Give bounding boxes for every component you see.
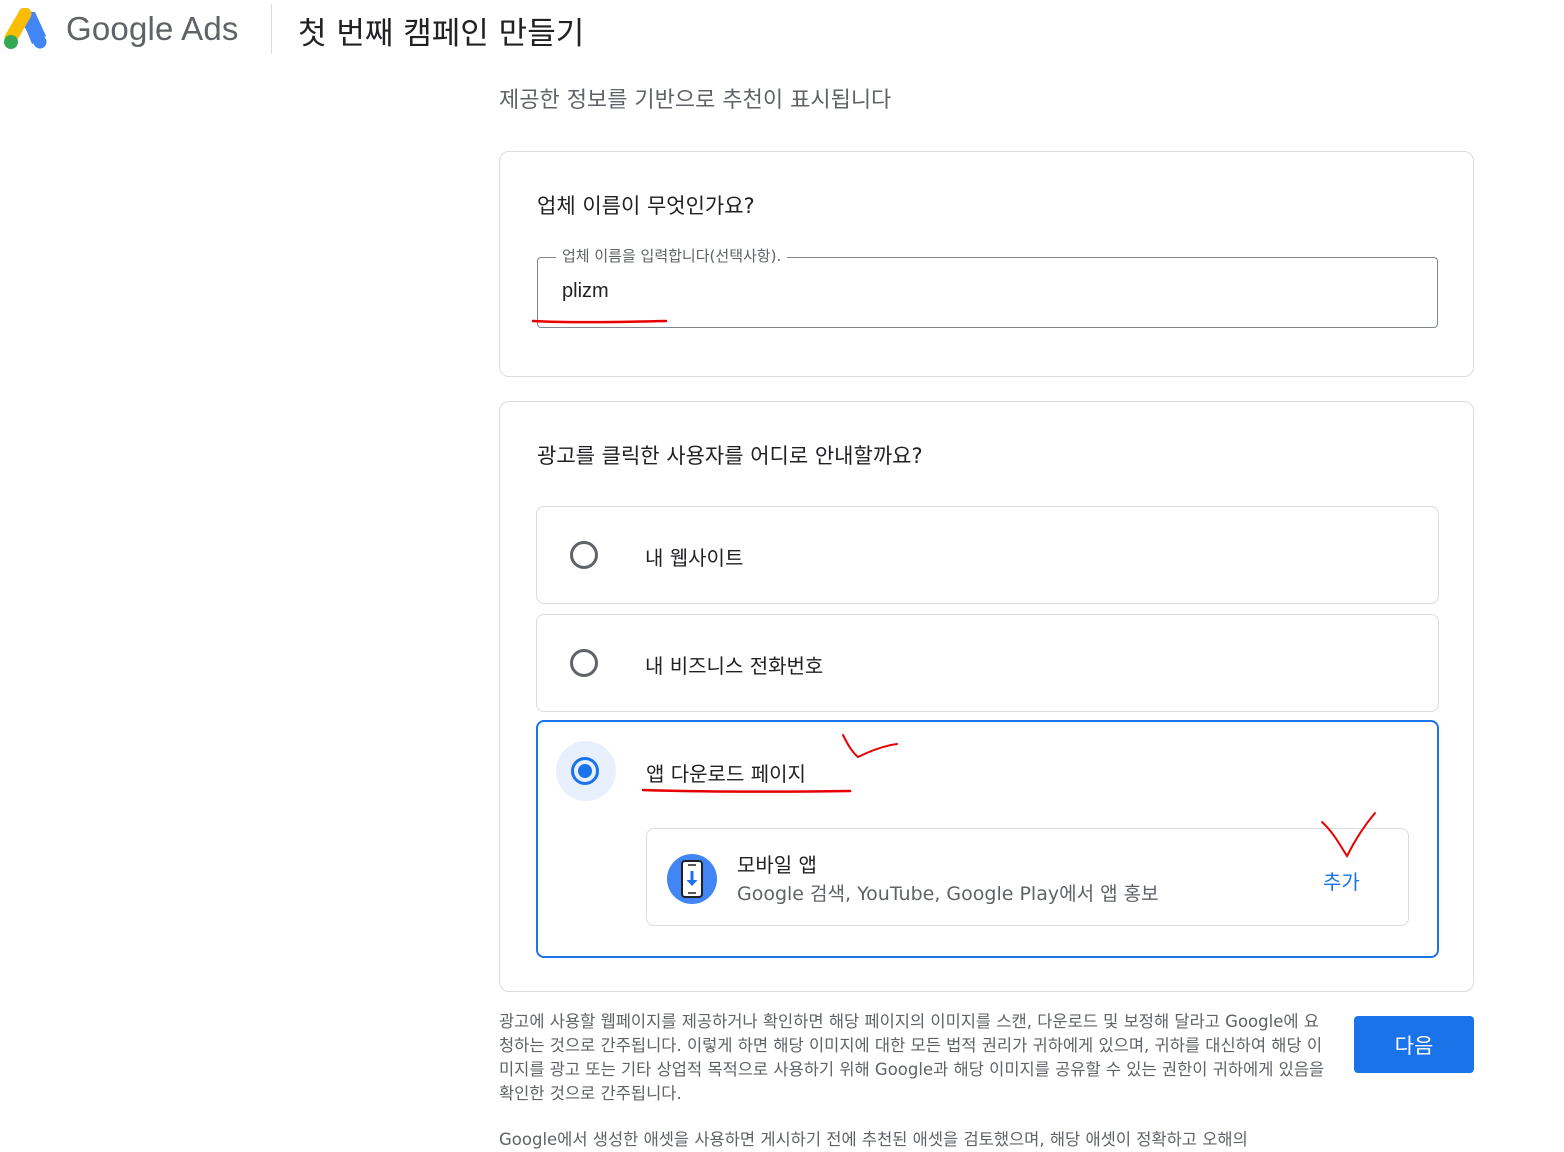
google-ads-logo[interactable] [2, 8, 48, 50]
mobile-app-description: Google 검색, YouTube, Google Play에서 앱 홍보 [737, 883, 1159, 905]
image-disclaimer: 광고에 사용할 웹페이지를 제공하거나 확인하면 해당 페이지의 이미지를 스캔… [499, 1012, 1325, 1103]
business-name-field-label: 업체 이름을 입력합니다(선택사항). [556, 245, 788, 266]
mobile-app-suboption: 모바일 앱 Google 검색, YouTube, Google Play에서 … [646, 828, 1409, 926]
header-divider [271, 4, 272, 54]
business-name-question: 업체 이름이 무엇인가요? [537, 194, 755, 218]
business-name-field[interactable]: 업체 이름을 입력합니다(선택사항). [537, 245, 1438, 328]
page-subtitle: 제공한 정보를 기반으로 추천이 표시됩니다 [499, 88, 892, 113]
option-app-download[interactable]: 앱 다운로드 페이지 모바일 앱 Google 검색, YouTube, Goo… [536, 720, 1439, 958]
option-website-label: 내 웹사이트 [645, 546, 744, 570]
radio-selected-dot [578, 764, 592, 778]
mobile-download-icon [667, 854, 717, 904]
page-title: 첫 번째 캠페인 만들기 [298, 16, 585, 52]
business-name-input[interactable] [562, 280, 1402, 303]
asset-disclaimer: Google에서 생성한 애셋을 사용하면 게시하기 전에 추천된 애셋을 검토… [499, 1130, 1248, 1149]
header: Google Ads 첫 번째 캠페인 만들기 [0, 0, 1564, 60]
radio-app-download[interactable] [571, 757, 599, 785]
destination-question: 광고를 클릭한 사용자를 어디로 안내할까요? [537, 444, 923, 468]
option-phone-label: 내 비즈니스 전화번호 [645, 654, 824, 678]
add-app-link[interactable]: 추가 [1323, 866, 1360, 895]
radio-website[interactable] [570, 541, 598, 569]
option-phone[interactable]: 내 비즈니스 전화번호 [536, 614, 1439, 712]
next-button[interactable]: 다음 [1354, 1016, 1474, 1073]
option-app-download-label: 앱 다운로드 페이지 [646, 762, 806, 786]
mobile-app-title: 모바일 앱 [737, 853, 817, 877]
destination-card: 광고를 클릭한 사용자를 어디로 안내할까요? 내 웹사이트 내 비즈니스 전화… [499, 401, 1474, 992]
radio-phone[interactable] [570, 649, 598, 677]
option-website[interactable]: 내 웹사이트 [536, 506, 1439, 604]
brand-name: Google Ads [66, 10, 239, 47]
business-name-card: 업체 이름이 무엇인가요? 업체 이름을 입력합니다(선택사항). [499, 151, 1474, 377]
